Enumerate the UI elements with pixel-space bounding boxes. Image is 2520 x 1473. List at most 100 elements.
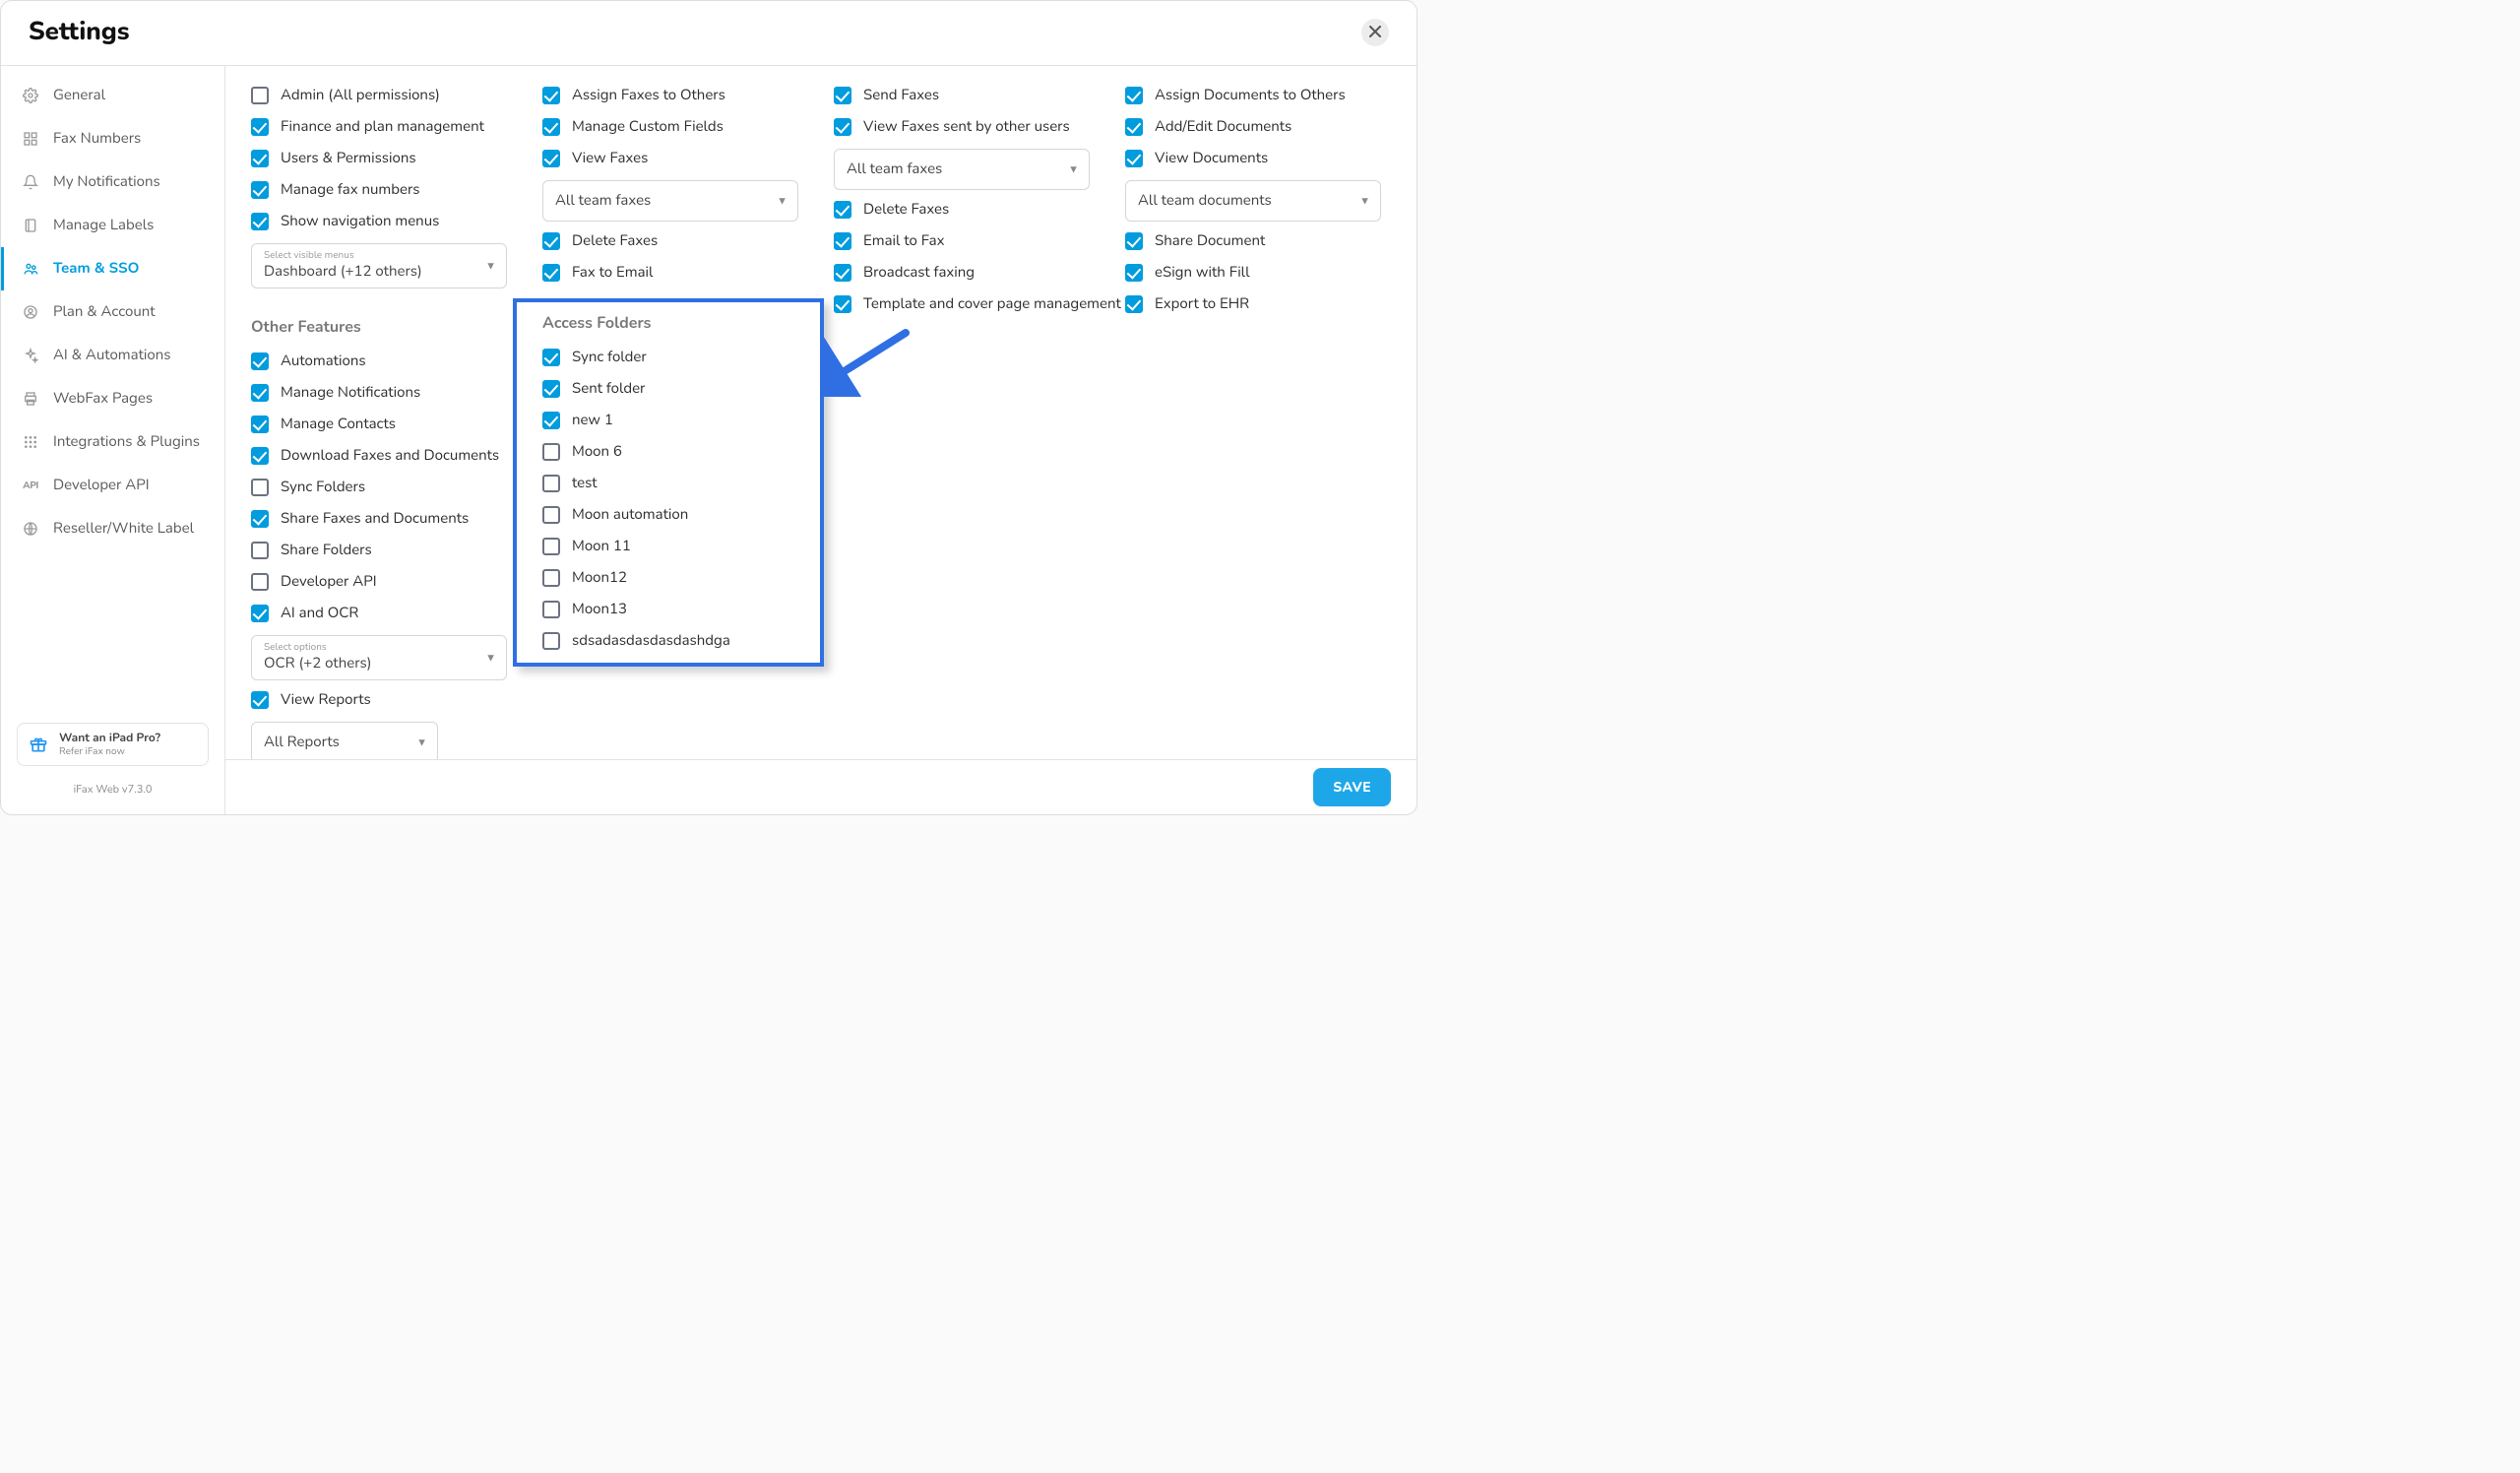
sidebar-promo[interactable]: Want an iPad Pro? Refer iFax now <box>17 723 209 766</box>
sidebar-item-developer-api[interactable]: APIDeveloper API <box>1 464 224 507</box>
permission-row: Finance and plan management <box>251 115 542 139</box>
dropdown[interactable]: Select optionsOCR (+2 others)▼ <box>251 635 507 680</box>
checkbox[interactable] <box>251 118 269 136</box>
checkbox[interactable] <box>542 506 560 524</box>
permission-row: Assign Documents to Others <box>1125 84 1417 107</box>
checkbox-label: Moon 6 <box>572 442 622 462</box>
checkbox[interactable] <box>251 352 269 370</box>
permission-row: Share Document <box>1125 229 1417 253</box>
checkbox[interactable] <box>251 416 269 433</box>
sidebar-item-label: Fax Numbers <box>53 129 141 149</box>
sidebar-item-manage-labels[interactable]: Manage Labels <box>1 204 224 247</box>
dropdown[interactable]: All Reports▼ <box>251 722 438 759</box>
checkbox[interactable] <box>542 538 560 555</box>
permission-row: Sent folder <box>542 377 834 401</box>
checkbox[interactable] <box>1125 118 1143 136</box>
checkbox[interactable] <box>542 349 560 366</box>
api-icon: API <box>22 477 39 494</box>
sidebar-item-team-sso[interactable]: Team & SSO <box>1 247 224 290</box>
promo-title: Want an iPad Pro? <box>59 732 160 745</box>
close-icon <box>1369 22 1381 43</box>
checkbox-label: View Faxes sent by other users <box>863 117 1070 137</box>
dropdown[interactable]: All team faxes▼ <box>542 180 798 222</box>
gear-icon <box>22 87 39 104</box>
checkbox[interactable] <box>542 118 560 136</box>
sidebar-item-my-notifications[interactable]: My Notifications <box>1 160 224 204</box>
permission-row: Moon 11 <box>542 535 834 558</box>
bell-icon <box>22 173 39 191</box>
checkbox[interactable] <box>251 479 269 496</box>
dropdown-value: All Reports <box>264 733 425 752</box>
checkbox-label: eSign with Fill <box>1155 263 1250 283</box>
checkbox[interactable] <box>251 691 269 709</box>
dropdown-value: All team faxes <box>555 191 786 211</box>
sidebar-item-fax-numbers[interactable]: Fax Numbers <box>1 117 224 160</box>
permission-row: Show navigation menus <box>251 210 542 233</box>
checkbox[interactable] <box>251 181 269 199</box>
checkbox[interactable] <box>251 384 269 402</box>
permission-row: eSign with Fill <box>1125 261 1417 285</box>
checkbox[interactable] <box>834 232 851 250</box>
permission-row: Automations <box>251 350 542 373</box>
users-icon <box>22 260 39 278</box>
content: Admin (All permissions)Finance and plan … <box>225 66 1417 759</box>
checkbox[interactable] <box>542 87 560 104</box>
checkbox[interactable] <box>542 632 560 650</box>
checkbox[interactable] <box>834 201 851 219</box>
permission-row: Share Folders <box>251 539 542 562</box>
sidebar-item-plan-account[interactable]: Plan & Account <box>1 290 224 334</box>
permission-row: View Reports <box>251 688 542 712</box>
permission-row: Delete Faxes <box>834 198 1125 222</box>
sidebar-item-integrations-plugins[interactable]: Integrations & Plugins <box>1 420 224 464</box>
checkbox[interactable] <box>251 573 269 591</box>
checkbox[interactable] <box>542 569 560 587</box>
sidebar-item-general[interactable]: General <box>1 74 224 117</box>
checkbox[interactable] <box>1125 264 1143 282</box>
checkbox[interactable] <box>542 380 560 398</box>
checkbox[interactable] <box>542 443 560 461</box>
permission-row: sdsadasdasdasdashdga <box>542 629 834 653</box>
dropdown[interactable]: All team documents▼ <box>1125 180 1381 222</box>
checkbox[interactable] <box>834 264 851 282</box>
checkbox[interactable] <box>834 295 851 313</box>
checkbox-label: Assign Faxes to Others <box>572 86 725 105</box>
sidebar-item-ai-automations[interactable]: AI & Automations <box>1 334 224 377</box>
checkbox[interactable] <box>251 87 269 104</box>
checkbox[interactable] <box>834 118 851 136</box>
checkbox[interactable] <box>1125 150 1143 167</box>
permission-row: Manage fax numbers <box>251 178 542 202</box>
checkbox-label: View Documents <box>1155 149 1268 168</box>
close-button[interactable] <box>1361 19 1389 46</box>
permissions-column-0: Admin (All permissions)Finance and plan … <box>251 84 542 759</box>
checkbox[interactable] <box>834 87 851 104</box>
dropdown[interactable]: Select visible menusDashboard (+12 other… <box>251 243 507 288</box>
checkbox-label: Template and cover page management <box>863 294 1121 314</box>
checkbox[interactable] <box>251 542 269 559</box>
sidebar-item-reseller-white-label[interactable]: Reseller/White Label <box>1 507 224 550</box>
hash-icon <box>22 130 39 148</box>
checkbox[interactable] <box>251 510 269 528</box>
dropdown[interactable]: All team faxes▼ <box>834 149 1090 190</box>
checkbox[interactable] <box>251 150 269 167</box>
sidebar-item-label: Reseller/White Label <box>53 519 194 539</box>
checkbox[interactable] <box>542 601 560 618</box>
checkbox[interactable] <box>542 232 560 250</box>
checkbox[interactable] <box>542 412 560 429</box>
checkbox[interactable] <box>1125 295 1143 313</box>
save-button[interactable]: SAVE <box>1313 768 1391 806</box>
checkbox[interactable] <box>542 150 560 167</box>
checkbox[interactable] <box>251 213 269 230</box>
checkbox-label: AI and OCR <box>281 604 358 623</box>
checkbox-label: Manage Contacts <box>281 415 396 434</box>
permission-row: Broadcast faxing <box>834 261 1125 285</box>
checkbox[interactable] <box>251 605 269 622</box>
checkbox[interactable] <box>542 475 560 492</box>
sidebar-item-webfax-pages[interactable]: WebFax Pages <box>1 377 224 420</box>
checkbox-label: Moon automation <box>572 505 688 525</box>
checkbox[interactable] <box>1125 87 1143 104</box>
checkbox[interactable] <box>542 264 560 282</box>
permission-row: Add/Edit Documents <box>1125 115 1417 139</box>
permission-row: Moon automation <box>542 503 834 527</box>
checkbox[interactable] <box>1125 232 1143 250</box>
checkbox[interactable] <box>251 447 269 465</box>
